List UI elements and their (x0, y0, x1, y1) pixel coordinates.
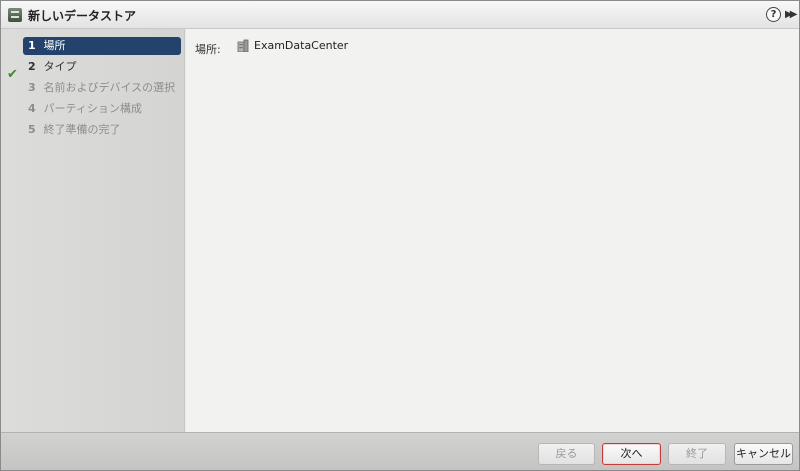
check-icon: ✔ (7, 67, 18, 82)
step-number: 2 (28, 60, 36, 73)
datacenter-icon (237, 39, 249, 52)
step-number: 4 (28, 102, 36, 115)
expand-icon[interactable]: ▶▶ (785, 8, 797, 21)
step-label: 名前およびデバイスの選択 (43, 81, 176, 94)
dialog-title: 新しいデータストア (28, 9, 137, 23)
step-number: 1 (28, 39, 36, 52)
step-label: タイプ (43, 60, 77, 73)
help-icon[interactable]: ? (766, 7, 781, 22)
next-button[interactable]: 次へ (602, 443, 661, 465)
step-name-and-device: 3 名前およびデバイスの選択 (23, 79, 181, 97)
content-panel: 場所: ExamDataCenter (186, 29, 799, 432)
title-bar: 新しいデータストア ? ▶▶ (1, 1, 799, 29)
step-label: パーティション構成 (43, 102, 142, 115)
step-label: 終了準備の完了 (43, 123, 121, 136)
step-type[interactable]: 2 タイプ (23, 58, 181, 76)
step-ready-to-complete: 5 終了準備の完了 (23, 121, 181, 139)
location-value: ExamDataCenter (254, 39, 349, 52)
step-number: 3 (28, 81, 36, 94)
step-partition-config: 4 パーティション構成 (23, 100, 181, 118)
datastore-icon (8, 8, 22, 22)
cancel-button[interactable]: キャンセル (734, 443, 793, 465)
step-location[interactable]: 1 場所 (23, 37, 181, 55)
location-label: 場所: (195, 43, 221, 56)
finish-button[interactable]: 終了 (668, 443, 726, 465)
new-datastore-dialog: 新しいデータストア ? ▶▶ ✔ 1 場所 2 タイプ 3 名前およびデバイスの… (0, 0, 800, 471)
wizard-steps-panel: ✔ 1 場所 2 タイプ 3 名前およびデバイスの選択 4 パーティション構成 … (1, 29, 185, 432)
step-number: 5 (28, 123, 36, 136)
footer-bar: 戻る 次へ 終了 キャンセル (1, 432, 799, 470)
back-button[interactable]: 戻る (538, 443, 595, 465)
step-label: 場所 (43, 39, 66, 52)
